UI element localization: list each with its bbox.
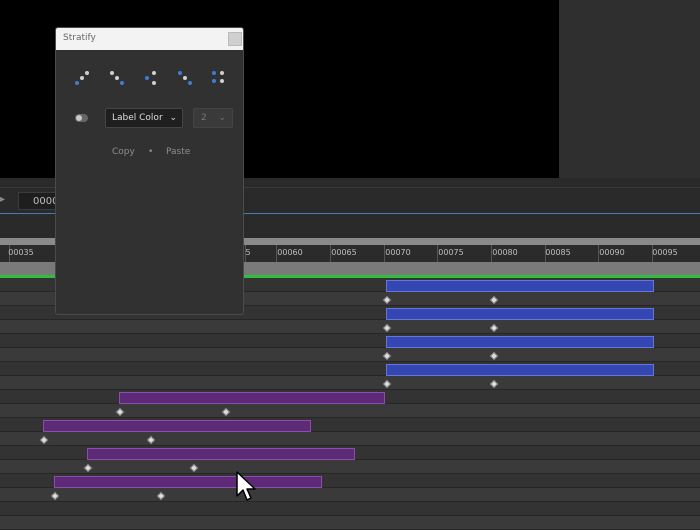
toggle-icon[interactable]: [75, 114, 88, 122]
layer-bar-blue[interactable]: [386, 280, 654, 292]
chevron-down-icon: ⌄: [218, 113, 226, 123]
layer-bar-purple[interactable]: [43, 420, 311, 432]
count-select-value: 2: [201, 113, 207, 123]
layer-bar-blue[interactable]: [386, 364, 654, 376]
stratify-pattern-4-button[interactable]: [177, 69, 195, 87]
chevron-down-icon: ⌄: [169, 113, 177, 123]
layer-row[interactable]: [0, 320, 700, 334]
layer-bar-purple[interactable]: [119, 392, 385, 404]
ruler-label: 5: [245, 248, 251, 257]
ruler-label: 00060: [277, 248, 303, 257]
ruler-label: 00065: [331, 248, 357, 257]
stratify-panel: Stratify Label Color ⌄ 2 ⌄ Copy • Paste: [55, 27, 244, 315]
layer-row[interactable]: [0, 488, 700, 502]
layer-row[interactable]: [0, 432, 700, 446]
layer-row[interactable]: [0, 376, 700, 390]
layer-row[interactable]: [0, 348, 700, 362]
ruler-label: 00090: [599, 248, 625, 257]
layer-bar-blue[interactable]: [386, 336, 654, 348]
layer-bar-purple[interactable]: [87, 448, 355, 460]
panel-header[interactable]: Stratify: [56, 28, 243, 50]
layer-row[interactable]: [0, 516, 700, 530]
ruler-label: 00095: [652, 248, 678, 257]
close-icon[interactable]: [228, 32, 242, 46]
ruler-label: 00070: [385, 248, 411, 257]
stratify-pattern-5-button[interactable]: [210, 69, 228, 87]
stratify-pattern-3-button[interactable]: [144, 69, 162, 87]
stratify-pattern-2-button[interactable]: [109, 69, 127, 87]
timeline-menu-icon[interactable]: ▸: [0, 194, 5, 205]
mode-select[interactable]: Label Color ⌄: [105, 108, 183, 128]
paste-button[interactable]: Paste: [166, 147, 190, 157]
layer-row[interactable]: [0, 502, 700, 516]
layer-row[interactable]: [0, 404, 700, 418]
ruler-label: 00080: [492, 248, 518, 257]
panel-title: Stratify: [63, 33, 96, 43]
ruler-label: 00035: [8, 248, 34, 257]
stratify-pattern-1-button[interactable]: [74, 69, 92, 87]
count-select[interactable]: 2 ⌄: [193, 108, 233, 128]
layer-bar-purple[interactable]: [54, 476, 322, 488]
mode-select-value: Label Color: [112, 113, 163, 123]
ruler-label: 00075: [438, 248, 464, 257]
separator: •: [148, 147, 154, 157]
layer-bar-blue[interactable]: [386, 308, 654, 320]
layer-row[interactable]: [0, 460, 700, 474]
mouse-cursor-icon: [236, 471, 256, 501]
copy-button[interactable]: Copy: [112, 147, 135, 157]
ruler-label: 00085: [545, 248, 571, 257]
side-panel-area: [559, 0, 700, 178]
